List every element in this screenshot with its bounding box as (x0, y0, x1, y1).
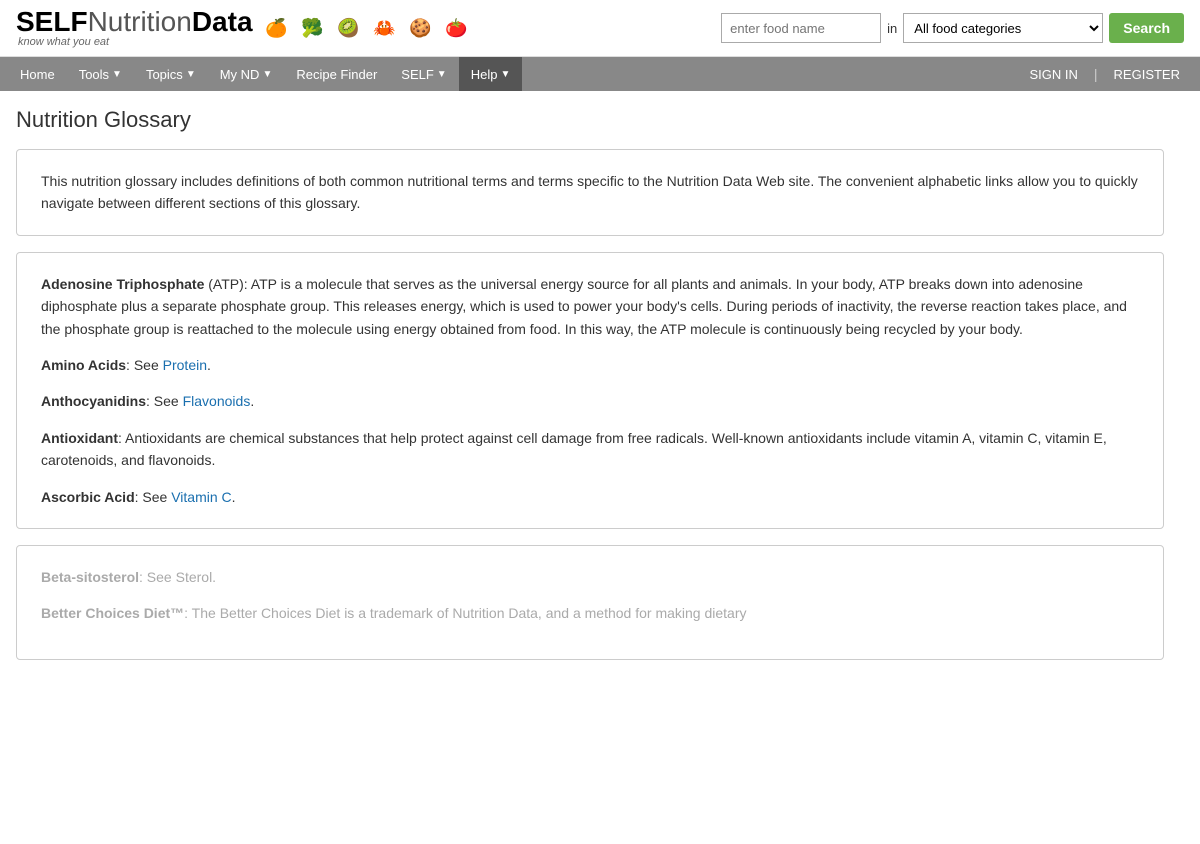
logo-nutrition: Nutrition (88, 6, 192, 37)
glossary-entry-atp: Adenosine Triphosphate (ATP): ATP is a m… (41, 273, 1139, 340)
logo-self: SELF (16, 6, 88, 37)
search-input[interactable] (721, 13, 881, 43)
page-content: Nutrition Glossary This nutrition glossa… (0, 91, 1180, 676)
topics-arrow: ▼ (186, 69, 196, 80)
def-ascorbic: : See (135, 489, 172, 505)
nav-register[interactable]: REGISTER (1102, 57, 1192, 91)
nav-right: SIGN IN | REGISTER (1017, 57, 1192, 91)
glossary-entry-beta: Beta-sitosterol: See Sterol. (41, 566, 1139, 588)
category-select[interactable]: All food categories (903, 13, 1103, 43)
logo-data: Data (192, 6, 253, 37)
nav-item-help[interactable]: Help ▼ (459, 57, 523, 91)
term-better: Better Choices Diet™ (41, 605, 184, 621)
intro-text: This nutrition glossary includes definit… (41, 170, 1139, 215)
tools-arrow: ▼ (112, 69, 122, 80)
search-in-label: in (887, 21, 897, 36)
self-arrow: ▼ (437, 69, 447, 80)
search-area: in All food categories Search (721, 13, 1184, 43)
nav-item-topics[interactable]: Topics ▼ (134, 57, 208, 91)
header: SELFNutritionData know what you eat 🍊 🥦 … (0, 0, 1200, 57)
glossary-entry-ascorbic: Ascorbic Acid: See Vitamin C. (41, 486, 1139, 508)
term-amino: Amino Acids (41, 357, 126, 373)
food-icon-broccoli: 🥦 (297, 12, 329, 44)
def-atp: (ATP): ATP is a molecule that serves as … (41, 276, 1127, 337)
nav: Home Tools ▼ Topics ▼ My ND ▼ Recipe Fin… (0, 57, 1200, 91)
glossary-entry-antho: Anthocyanidins: See Flavonoids. (41, 390, 1139, 412)
food-icon-orange: 🍊 (261, 12, 293, 44)
after-amino: . (207, 357, 211, 373)
glossary-box: Adenosine Triphosphate (ATP): ATP is a m… (16, 252, 1164, 529)
nav-item-tools[interactable]: Tools ▼ (67, 57, 134, 91)
def-beta: : See Sterol. (139, 569, 216, 585)
food-icon-crab: 🦀 (369, 12, 401, 44)
term-ascorbic: Ascorbic Acid (41, 489, 135, 505)
logo-tagline: know what you eat (18, 36, 109, 48)
food-icon-cookie: 🍪 (405, 12, 437, 44)
logo-combined: SELFNutritionData know what you eat 🍊 🥦 … (16, 8, 473, 48)
glossary-entry-better: Better Choices Diet™: The Better Choices… (41, 602, 1139, 624)
link-vitaminc[interactable]: Vitamin C (171, 489, 231, 505)
logo-icons: 🍊 🥦 🥝 🦀 🍪 🍅 (261, 12, 473, 44)
intro-box: This nutrition glossary includes definit… (16, 149, 1164, 236)
glossary-entry-antioxidant: Antioxidant: Antioxidants are chemical s… (41, 427, 1139, 472)
food-icon-kiwi: 🥝 (333, 12, 365, 44)
logo-area: SELFNutritionData know what you eat (16, 8, 253, 48)
after-ascorbic: . (232, 489, 236, 505)
def-better: : The Better Choices Diet is a trademark… (184, 605, 746, 621)
term-atp: Adenosine Triphosphate (41, 276, 204, 292)
def-amino: : See (126, 357, 163, 373)
nav-item-mynd[interactable]: My ND ▼ (208, 57, 285, 91)
page-title: Nutrition Glossary (16, 107, 1164, 133)
nav-sign-in[interactable]: SIGN IN (1017, 57, 1089, 91)
food-icon-tomato: 🍅 (441, 12, 473, 44)
link-flavonoids[interactable]: Flavonoids (183, 393, 251, 409)
term-beta: Beta-sitosterol (41, 569, 139, 585)
glossary-box-faded: Beta-sitosterol: See Sterol. Better Choi… (16, 545, 1164, 660)
after-antho: . (250, 393, 254, 409)
mynd-arrow: ▼ (262, 69, 272, 80)
def-antioxidant: : Antioxidants are chemical substances t… (41, 430, 1107, 468)
term-antioxidant: Antioxidant (41, 430, 118, 446)
term-antho: Anthocyanidins (41, 393, 146, 409)
nav-item-self[interactable]: SELF ▼ (389, 57, 458, 91)
nav-item-recipe[interactable]: Recipe Finder (284, 57, 389, 91)
help-arrow: ▼ (500, 69, 510, 80)
link-protein[interactable]: Protein (163, 357, 207, 373)
def-antho: : See (146, 393, 183, 409)
logo-text: SELFNutritionData (16, 8, 253, 36)
glossary-entry-amino: Amino Acids: See Protein. (41, 354, 1139, 376)
nav-divider: | (1090, 66, 1102, 82)
nav-item-home[interactable]: Home (8, 57, 67, 91)
search-button[interactable]: Search (1109, 13, 1184, 43)
